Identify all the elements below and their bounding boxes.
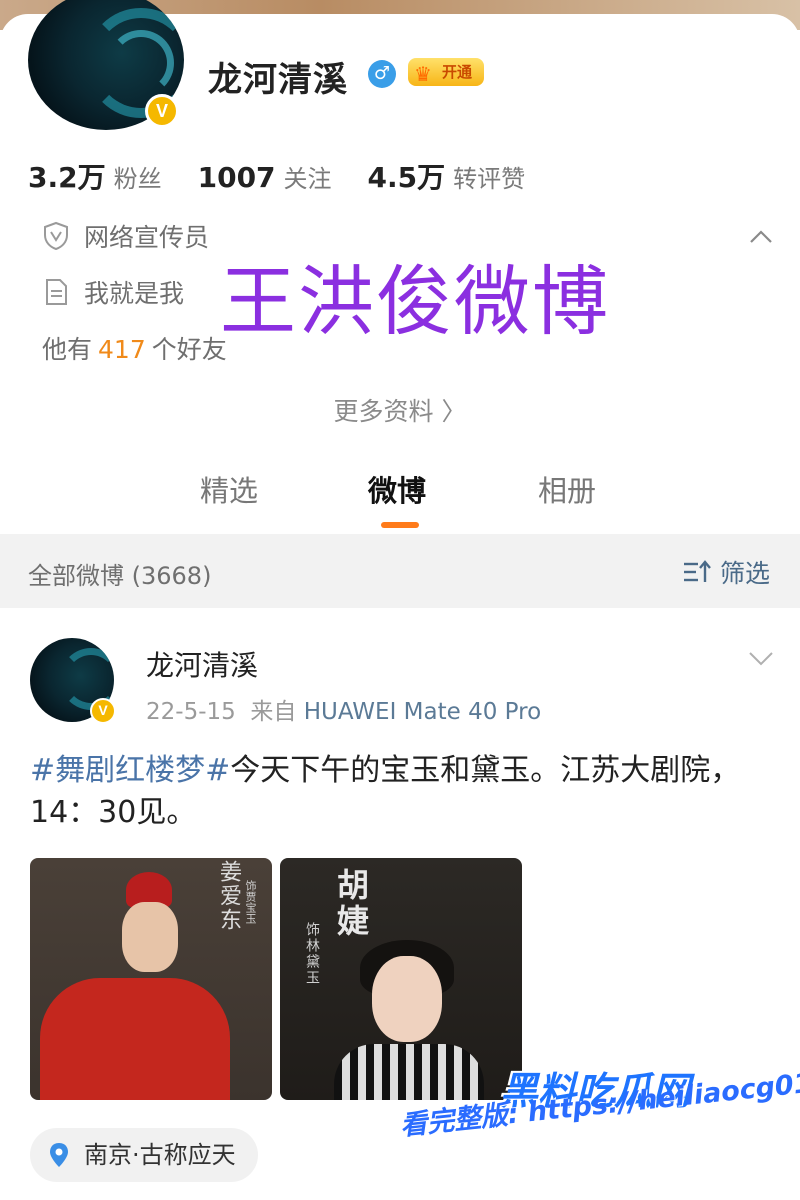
location-label: 南京·古称应天 — [84, 1141, 236, 1169]
stat-followers[interactable]: 3.2万 粉丝 — [28, 156, 162, 196]
stat-number: 4.5万 — [367, 161, 446, 194]
profile-tabs: 精选 微博 相册 — [0, 468, 800, 532]
filter-bar: 全部微博 (3668) 筛选 — [0, 534, 800, 608]
verified-badge-icon: V — [90, 698, 116, 724]
post-source-device[interactable]: HUAWEI Mate 40 Pro — [304, 699, 541, 725]
vip-label: 开通 — [442, 63, 473, 81]
post-photo[interactable]: 胡婕 饰林黛玉 — [280, 858, 522, 1100]
filter-label: 筛选 — [719, 559, 770, 588]
active-tab-indicator — [381, 522, 419, 528]
stat-label: 转评赞 — [453, 165, 526, 193]
photo-figure — [40, 978, 230, 1100]
more-info-link[interactable]: 更多资料 〉 — [0, 392, 800, 428]
location-pin-icon — [50, 1143, 68, 1167]
stat-interactions[interactable]: 4.5万 转评赞 — [368, 156, 526, 196]
filter-button[interactable]: 筛选 — [682, 554, 770, 590]
avatar-art — [108, 30, 174, 96]
stat-number: 1007 — [197, 161, 276, 194]
profile-title: 网络宣传员 — [84, 223, 210, 252]
post-location[interactable]: 南京·古称应天 — [30, 1128, 258, 1182]
chevron-up-icon[interactable] — [746, 222, 776, 252]
tab-album[interactable]: 相册 — [538, 468, 596, 510]
overlay-title-text: 王洪俊微博 — [220, 257, 610, 346]
verified-badge-icon: V — [145, 94, 179, 128]
post-photo[interactable]: 姜爱东 饰贾宝玉 — [30, 858, 272, 1100]
photo-figure — [334, 1044, 484, 1100]
profile-title-row: 网络宣传员 — [42, 218, 209, 254]
shield-v-icon — [44, 221, 68, 251]
post-date: 22-5-15 — [146, 699, 236, 725]
photo-caption: 姜爱东 — [216, 860, 241, 932]
post-meta: 22-5-15 来自 HUAWEI Mate 40 Pro — [146, 692, 541, 726]
photo-subcaption: 饰林黛玉 — [304, 922, 320, 986]
photo-figure — [122, 902, 178, 972]
post-hashtag[interactable]: #舞剧红楼梦# — [30, 753, 230, 788]
tab-featured[interactable]: 精选 — [200, 468, 258, 510]
post-content: #舞剧红楼梦#今天下午的宝玉和黛玉。江苏大剧院，14：30见。 — [30, 750, 750, 834]
vip-open-badge[interactable]: ♛ 开通 — [408, 58, 485, 86]
chevron-down-icon[interactable] — [746, 646, 776, 670]
profile-bio: 我就是我 — [84, 279, 185, 308]
photo-caption: 胡婕 — [332, 868, 370, 940]
document-icon — [46, 279, 67, 305]
post-author-name[interactable]: 龙河清溪 — [146, 644, 258, 684]
male-gender-icon: ♂ — [368, 60, 396, 88]
photo-figure — [372, 956, 442, 1042]
stat-number: 3.2万 — [28, 161, 106, 194]
friends-prefix: 他有 — [42, 335, 93, 364]
stat-label: 关注 — [283, 165, 332, 193]
profile-bio-row: 我就是我 — [42, 274, 184, 310]
profile-name: 龙河清溪 — [208, 60, 348, 100]
filter-icon — [683, 560, 711, 582]
all-posts-count: 全部微博 (3668) — [28, 562, 212, 590]
photo-subcaption: 饰贾宝玉 — [244, 880, 257, 924]
friends-count[interactable]: 他有 417 个好友 — [42, 330, 227, 366]
stat-following[interactable]: 1007 关注 — [198, 159, 332, 194]
tab-weibo[interactable]: 微博 — [368, 468, 426, 510]
friends-suffix: 个好友 — [151, 335, 227, 364]
stat-label: 粉丝 — [113, 165, 162, 193]
post-from-prefix: 来自 — [250, 699, 297, 725]
crown-icon: ♛ — [414, 62, 432, 86]
friends-number: 417 — [98, 335, 146, 364]
profile-stats: 3.2万 粉丝 1007 关注 4.5万 转评赞 — [28, 156, 525, 196]
